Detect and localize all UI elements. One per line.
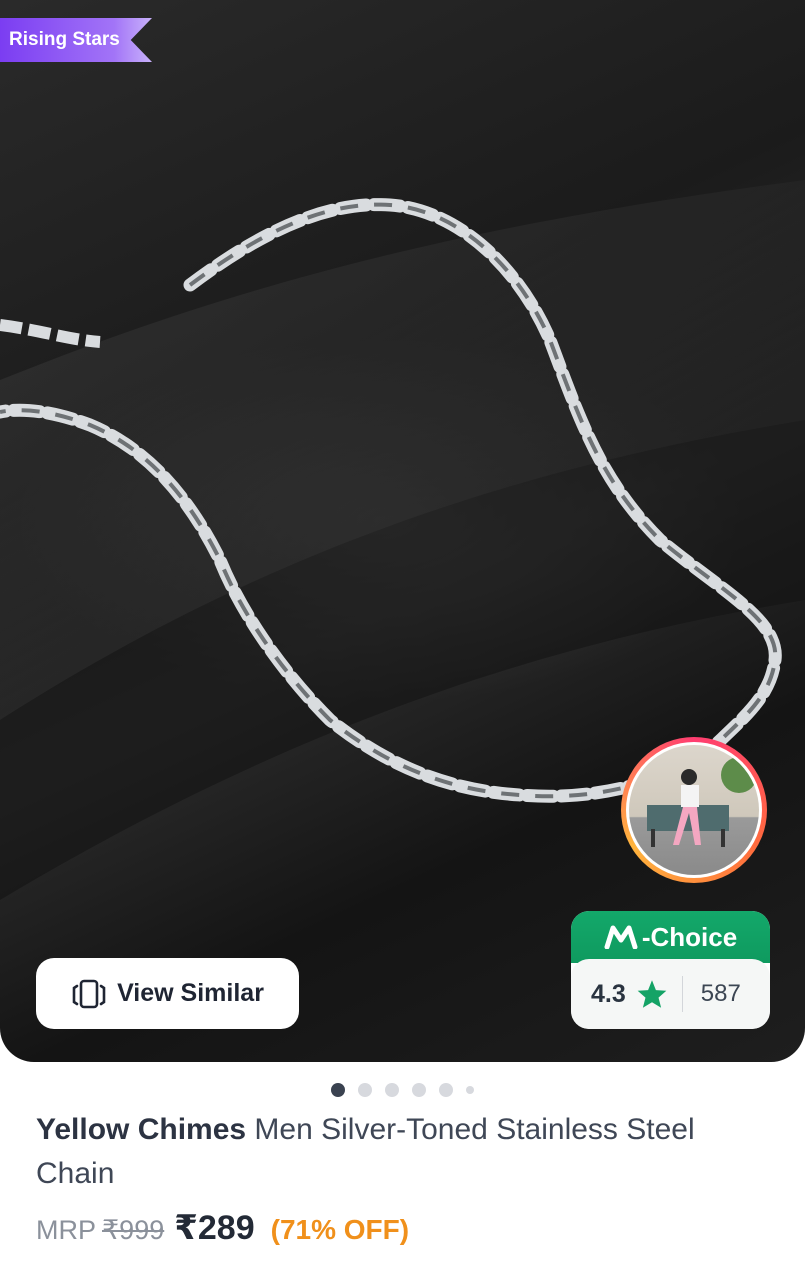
carousel-dot-active[interactable]	[331, 1083, 345, 1097]
rising-stars-badge: Rising Stars	[0, 18, 152, 62]
view-similar-button[interactable]: View Similar	[36, 958, 299, 1029]
carousel-dot[interactable]	[385, 1083, 399, 1097]
selling-price: ₹289	[174, 1209, 255, 1247]
product-image[interactable]: Rising Stars View Similar -Choice 4.3 58…	[0, 0, 805, 1062]
carousel-dot[interactable]	[466, 1086, 474, 1094]
carousel-indicator[interactable]	[0, 1083, 805, 1097]
m-choice-label: -Choice	[641, 921, 738, 952]
carousel-dot[interactable]	[358, 1083, 372, 1097]
m-choice-header: -Choice	[571, 911, 770, 963]
mrp-value: ₹999	[102, 1215, 165, 1245]
rating-row: 4.3 587	[571, 959, 770, 1029]
view-similar-icon	[72, 979, 106, 1008]
chain-image	[0, 180, 805, 900]
rating-value: 4.3	[591, 979, 626, 1008]
product-brand: Yellow Chimes	[36, 1113, 247, 1146]
carousel-dot[interactable]	[439, 1083, 453, 1097]
star-icon	[637, 980, 667, 1008]
product-title[interactable]: Yellow Chimes Men Silver-Toned Stainless…	[36, 1108, 766, 1196]
influencer-avatar[interactable]	[621, 737, 767, 883]
price-row: MRP ₹999 ₹289 (71% OFF)	[36, 1208, 409, 1248]
product-card[interactable]: Rising Stars View Similar -Choice 4.3 58…	[0, 0, 805, 1280]
carousel-dot[interactable]	[412, 1083, 426, 1097]
rating-count: 587	[700, 980, 741, 1007]
m-choice-rating-card: -Choice 4.3 587	[571, 911, 770, 1029]
discount-label: (71% OFF)	[270, 1214, 410, 1245]
divider	[681, 976, 683, 1012]
view-similar-label: View Similar	[117, 979, 264, 1007]
mrp-label: MRP	[36, 1215, 96, 1245]
m-logo-icon	[604, 925, 638, 949]
avatar-photo	[629, 745, 759, 875]
